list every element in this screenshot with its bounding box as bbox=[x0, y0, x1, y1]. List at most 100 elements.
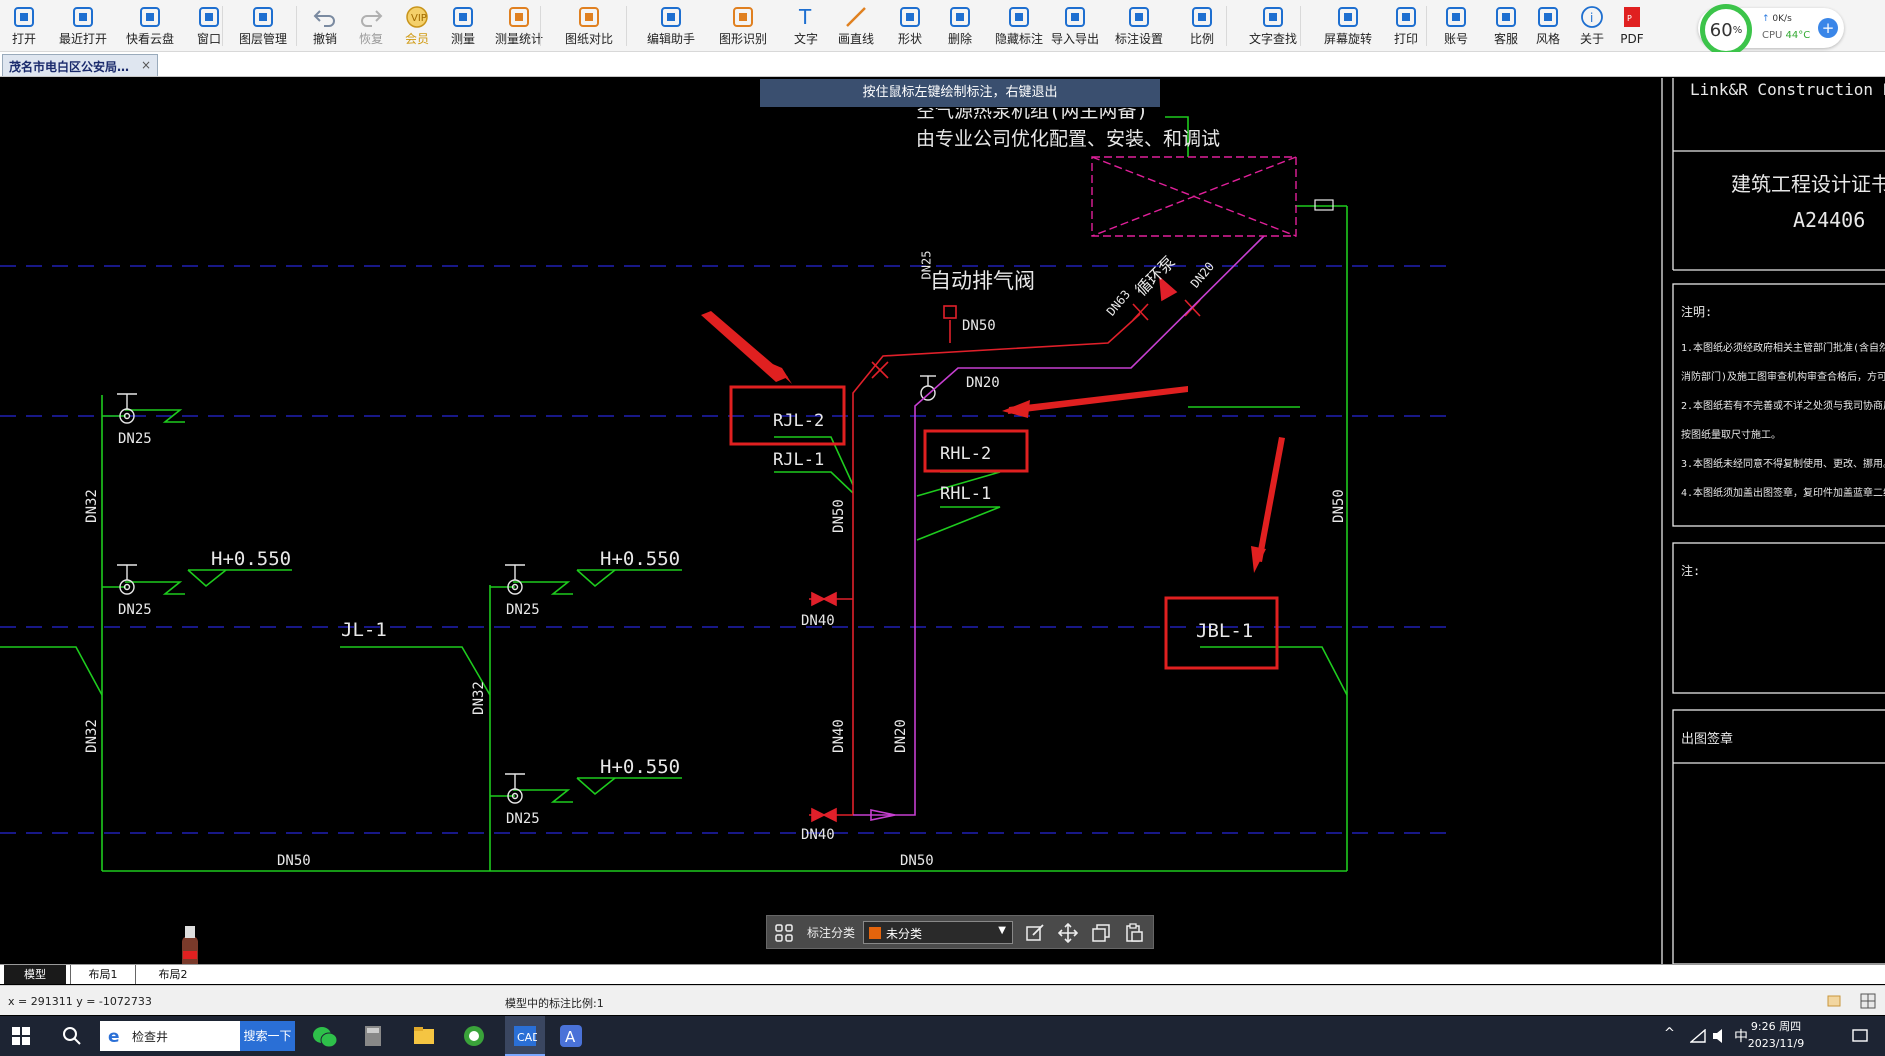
search-button[interactable]: 搜索一下 bbox=[240, 1021, 295, 1051]
app-a-icon[interactable]: A bbox=[559, 1024, 583, 1048]
ruler-icon bbox=[453, 7, 473, 27]
toolbar-label: 画直线 bbox=[837, 32, 874, 46]
toolbar-button-text[interactable]: T 文字 bbox=[784, 0, 828, 52]
grid-toggle-icon[interactable] bbox=[1860, 993, 1876, 1009]
app-window: 打开 最近打开 快看云盘 窗口 图层管理 撤销 恢复 VIP 会员 测量 测量统计 图纸对比 编辑助手图… bbox=[0, 0, 1885, 1056]
shape-recognize-icon bbox=[733, 7, 753, 27]
cad-drawing bbox=[0, 78, 1885, 964]
toolbar-button-hide-annotation[interactable]: 隐藏标注 bbox=[990, 0, 1048, 52]
status-bar: x = 291311 y = -1072733 模型中的标注比例:1 bbox=[0, 985, 1885, 1015]
hot-water-supply-pipes bbox=[809, 276, 1201, 823]
toolbar-separator bbox=[222, 6, 223, 46]
search-icon[interactable] bbox=[62, 1026, 82, 1046]
heat-pump-unit bbox=[1091, 156, 1297, 237]
hide-annotation-icon bbox=[1009, 7, 1029, 27]
toolbar-button-import-export[interactable]: 导入导出 bbox=[1046, 0, 1104, 52]
toolbar-label: 风格 bbox=[1535, 32, 1560, 46]
toolbar-button-edit-assistant[interactable]: 编辑助手 bbox=[638, 0, 704, 52]
move-icon[interactable] bbox=[1058, 923, 1078, 943]
snapshot-icon[interactable] bbox=[1826, 993, 1842, 1009]
edit-icon[interactable] bbox=[1025, 923, 1045, 943]
toolbar-button-redo[interactable]: 恢复 bbox=[352, 0, 390, 52]
toolbar-label: 打开 bbox=[11, 32, 36, 46]
annotation-category-select[interactable]: 未分类 ▼ bbox=[863, 921, 1013, 944]
document-tab[interactable]: 茂名市电白区公安局… × bbox=[2, 54, 158, 76]
toolbar-button-rotate[interactable]: 屏幕旋转 bbox=[1316, 0, 1380, 52]
toolbar-button-recent[interactable]: 最近打开 bbox=[50, 0, 116, 52]
notification-icon[interactable] bbox=[1852, 1028, 1868, 1044]
toolbar-button-compare[interactable]: 图纸对比 bbox=[558, 0, 620, 52]
calculator-icon[interactable] bbox=[364, 1025, 382, 1047]
browser-icon[interactable] bbox=[462, 1024, 486, 1048]
toolbar-label: 比例 bbox=[1189, 32, 1214, 46]
toolbar-button-text-search[interactable]: 文字查找 bbox=[1238, 0, 1308, 52]
annotation-settings-icon bbox=[1129, 7, 1149, 27]
toolbar-button-account[interactable]: 账号 bbox=[1436, 0, 1476, 52]
toolbar-separator bbox=[540, 6, 541, 46]
rotate-icon bbox=[1338, 7, 1358, 27]
toolbar-separator bbox=[626, 6, 627, 46]
toolbar-button-print[interactable]: 打印 bbox=[1386, 0, 1426, 52]
toolbar-button-shape[interactable]: 形状 bbox=[888, 0, 932, 52]
mascot-icon bbox=[182, 926, 198, 964]
toolbar-button-folder-open[interactable]: 打开 bbox=[4, 0, 44, 52]
toolbar-button-scale[interactable]: 比例 bbox=[1182, 0, 1222, 52]
cad-app-taskbar-button[interactable]: CAD bbox=[505, 1016, 545, 1056]
toolbar-button-annotation-settings[interactable]: 标注设置 bbox=[1110, 0, 1168, 52]
toolbar-button-layers[interactable]: 图层管理 bbox=[234, 0, 292, 52]
boost-button[interactable]: + bbox=[1818, 18, 1838, 38]
document-tab-title: 茂名市电白区公安局… bbox=[9, 60, 130, 74]
info-icon: i bbox=[1581, 6, 1603, 28]
toolbar-button-eraser[interactable]: 删除 bbox=[936, 0, 984, 52]
undo-icon bbox=[313, 10, 335, 27]
memory-usage-ring[interactable]: 60% bbox=[1700, 4, 1752, 56]
highlight-boxes bbox=[729, 385, 1279, 670]
volume-icon[interactable] bbox=[1712, 1028, 1728, 1044]
close-tab-icon[interactable]: × bbox=[141, 58, 151, 72]
system-clock[interactable]: 9:26 周四 2023/11/9 bbox=[1740, 1018, 1812, 1052]
paste-icon[interactable] bbox=[1124, 923, 1144, 943]
toolbar-button-headset[interactable]: 客服 bbox=[1486, 0, 1526, 52]
toolbar-button-style[interactable]: 风格 bbox=[1528, 0, 1568, 52]
tab-layout2[interactable]: 布局2 bbox=[140, 965, 206, 984]
file-explorer-icon[interactable] bbox=[413, 1026, 435, 1046]
layout-tab-bar: 模型 布局1 布局2 bbox=[0, 964, 1885, 984]
folder-open-icon bbox=[14, 7, 34, 27]
copy-icon[interactable] bbox=[1091, 923, 1111, 943]
toolbar-button-window[interactable]: 窗口 bbox=[192, 0, 226, 52]
network-icon[interactable] bbox=[1690, 1029, 1706, 1043]
toolbar-label: 文字查找 bbox=[1248, 32, 1297, 46]
grid-icon[interactable] bbox=[775, 924, 793, 942]
measure-stats-icon bbox=[509, 7, 529, 27]
text-search-icon bbox=[1263, 7, 1283, 27]
toolbar-button-line[interactable]: 画直线 bbox=[832, 0, 880, 52]
svg-text:T: T bbox=[798, 5, 812, 29]
toolbar-label: 账号 bbox=[1443, 32, 1468, 46]
toolbar-button-info[interactable]: i 关于 bbox=[1572, 0, 1612, 52]
toolbar-label: 关于 bbox=[1579, 32, 1604, 46]
wechat-icon[interactable] bbox=[312, 1025, 338, 1049]
import-export-icon bbox=[1065, 7, 1085, 27]
windows-start-icon[interactable] bbox=[12, 1027, 30, 1045]
taskbar-search-box[interactable]: e 检查井 搜索一下 bbox=[100, 1021, 295, 1051]
toolbar-label: 编辑助手 bbox=[646, 32, 695, 46]
tab-layout1[interactable]: 布局1 bbox=[70, 965, 136, 984]
toolbar-button-shape-recognize[interactable]: 图形识别 bbox=[712, 0, 774, 52]
drawing-hint-banner: 按住鼠标左键绘制标注，右键退出 bbox=[760, 79, 1160, 107]
toolbar-label: 恢复 bbox=[358, 32, 383, 46]
toolbar-button-ruler[interactable]: 测量 bbox=[444, 0, 482, 52]
tab-model[interactable]: 模型 bbox=[4, 965, 66, 984]
drawing-canvas[interactable]: 空气源热泵机组(两主两备) 由专业公司优化配置、安装、和调试 自动排气阀 循环泵… bbox=[0, 78, 1885, 964]
toolbar-label: 标注设置 bbox=[1114, 32, 1163, 46]
toolbar-label: 图纸对比 bbox=[564, 32, 613, 46]
toolbar-label: 图形识别 bbox=[718, 32, 767, 46]
toolbar-button-vip[interactable]: VIP 会员 bbox=[398, 0, 436, 52]
cpu-temp: CPU 44°C bbox=[1762, 30, 1811, 41]
toolbar-button-pdf[interactable]: P PDF bbox=[1612, 0, 1652, 52]
toolbar-button-cloud[interactable]: 快看云盘 bbox=[122, 0, 178, 52]
toolbar-button-undo[interactable]: 撤销 bbox=[306, 0, 344, 52]
toolbar-label: 客服 bbox=[1493, 32, 1518, 46]
tray-expand-icon[interactable]: ^ bbox=[1664, 1026, 1675, 1041]
account-icon bbox=[1446, 7, 1466, 27]
toolbar-label: 窗口 bbox=[196, 32, 221, 46]
